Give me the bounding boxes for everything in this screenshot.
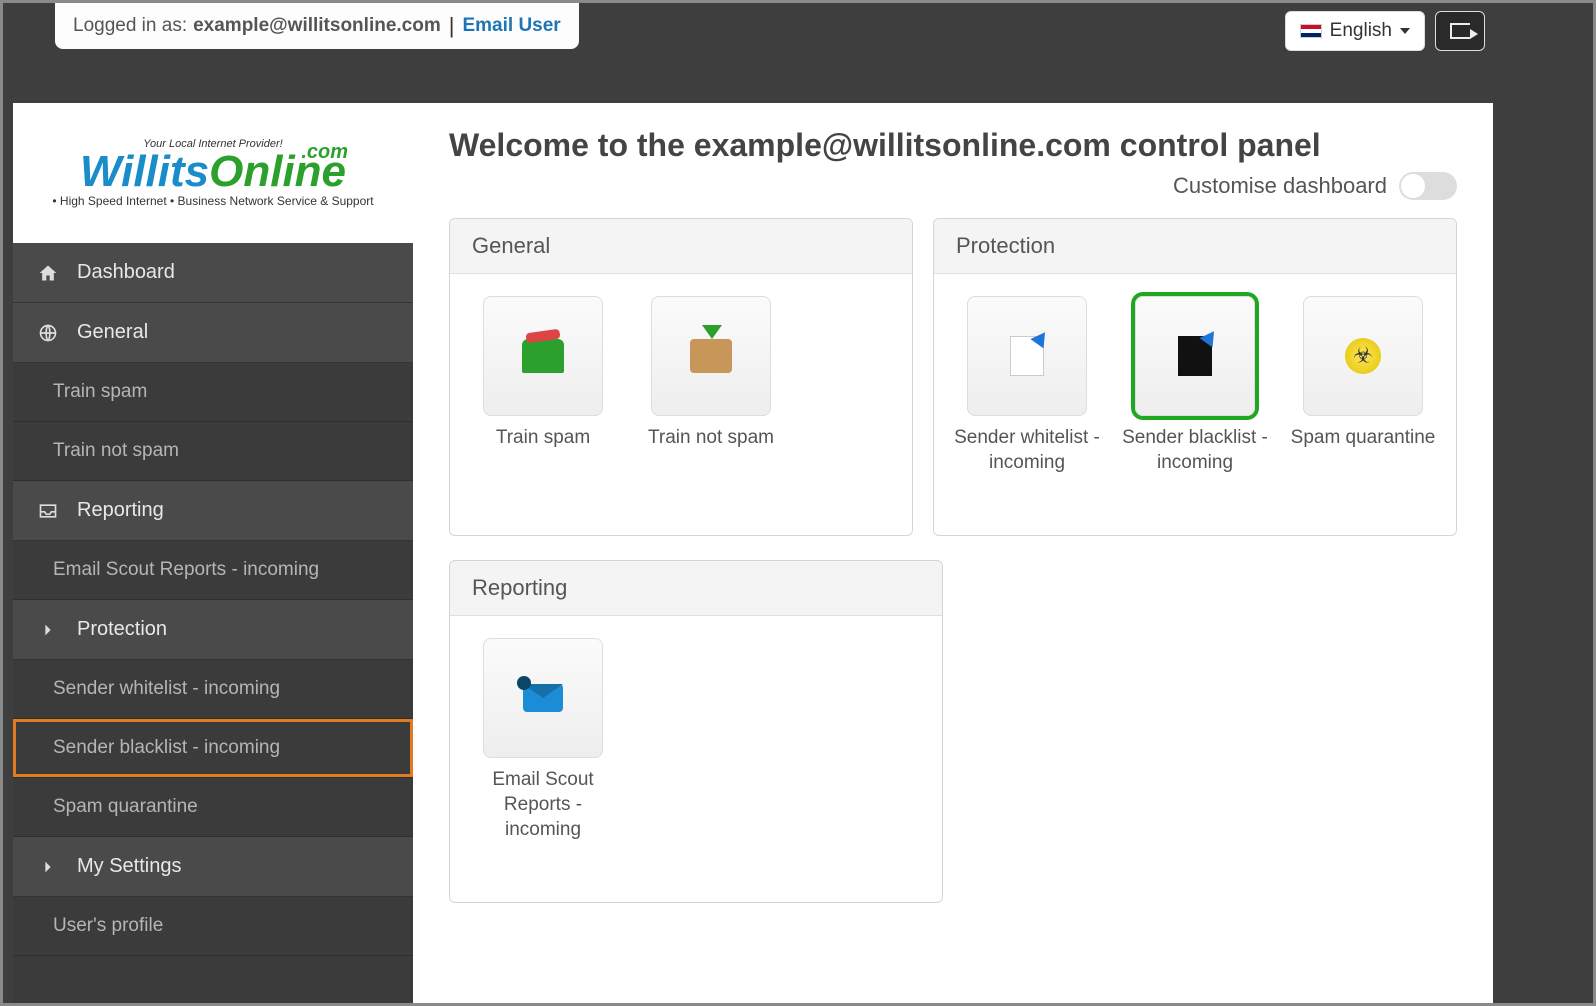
tile-label: Spam quarantine <box>1291 426 1436 451</box>
sidebar-item-label: Protection <box>77 618 167 641</box>
panel-header: Reporting <box>450 561 942 616</box>
tile-email-scout: Email Scout Reports - incoming <box>468 638 618 842</box>
sidebar-item-general[interactable]: General <box>13 303 413 363</box>
document-white-icon <box>1010 336 1044 376</box>
login-panel: Logged in as: example@willitsonline.com … <box>55 3 579 49</box>
sidebar-item-label: My Settings <box>77 855 181 878</box>
tile-label: Train not spam <box>648 426 774 451</box>
customise-label: Customise dashboard <box>1173 173 1387 199</box>
tile-label: Sender whitelist - incoming <box>952 426 1102 475</box>
tile-label: Train spam <box>496 426 590 451</box>
box-download-icon <box>690 339 732 373</box>
tile-button-train-spam[interactable] <box>483 296 603 416</box>
email-user-link[interactable]: Email User <box>462 15 560 37</box>
tile-button-email-scout[interactable] <box>483 638 603 758</box>
login-email: example@willitsonline.com <box>193 15 441 37</box>
sidebar-item-protection[interactable]: Protection <box>13 600 413 660</box>
tile-label: Email Scout Reports - incoming <box>468 768 618 842</box>
customise-toggle[interactable] <box>1399 172 1457 200</box>
logout-button[interactable] <box>1435 11 1485 51</box>
sidebar-item-reporting[interactable]: Reporting <box>13 481 413 541</box>
logout-icon <box>1450 23 1470 39</box>
caret-down-icon <box>1400 28 1410 34</box>
language-label: English <box>1330 20 1392 42</box>
chevron-right-icon <box>37 856 59 878</box>
login-prefix: Logged in as: <box>73 15 187 37</box>
sidebar-sub-users-profile[interactable]: User's profile <box>13 897 413 956</box>
panel-protection: Protection Sender whitelist - incoming S… <box>933 218 1457 536</box>
tile-button-spam-quarantine[interactable] <box>1303 296 1423 416</box>
sidebar-sub-sender-blacklist[interactable]: Sender blacklist - incoming <box>13 719 413 778</box>
sidebar-sub-sender-whitelist[interactable]: Sender whitelist - incoming <box>13 660 413 719</box>
panel-header: Protection <box>934 219 1456 274</box>
sidebar-item-label: Reporting <box>77 499 164 522</box>
globe-icon <box>37 322 59 344</box>
sidebar-sub-train-not-spam[interactable]: Train not spam <box>13 422 413 481</box>
tile-sender-whitelist: Sender whitelist - incoming <box>952 296 1102 475</box>
panel-header: General <box>450 219 912 274</box>
flag-uk-icon <box>1300 24 1322 38</box>
mail-report-icon <box>523 684 563 712</box>
sidebar-sub-spam-quarantine[interactable]: Spam quarantine <box>13 778 413 837</box>
topbar: Logged in as: example@willitsonline.com … <box>13 3 1493 73</box>
document-black-icon <box>1178 336 1212 376</box>
inbox-icon <box>37 500 59 522</box>
sidebar-item-dashboard[interactable]: Dashboard <box>13 243 413 303</box>
tile-train-spam: Train spam <box>468 296 618 451</box>
page-title: Welcome to the example@willitsonline.com… <box>449 127 1457 164</box>
logo-main: WillitsOnline .com <box>80 150 346 194</box>
sidebar-item-label: Dashboard <box>77 261 175 284</box>
tile-button-sender-whitelist[interactable] <box>967 296 1087 416</box>
tile-sender-blacklist: Sender blacklist - incoming <box>1120 296 1270 475</box>
biohazard-icon <box>1345 338 1381 374</box>
separator: | <box>449 13 455 39</box>
tile-train-not-spam: Train not spam <box>636 296 786 451</box>
sidebar-item-my-settings[interactable]: My Settings <box>13 837 413 897</box>
chevron-right-icon <box>37 619 59 641</box>
sidebar-item-label: General <box>77 321 148 344</box>
tile-button-train-not-spam[interactable] <box>651 296 771 416</box>
tile-label: Sender blacklist - incoming <box>1120 426 1270 475</box>
logo-sub: • High Speed Internet • Business Network… <box>52 194 373 208</box>
sidebar-sub-train-spam[interactable]: Train spam <box>13 363 413 422</box>
panel-reporting: Reporting Email Scout Reports - incoming <box>449 560 943 903</box>
tile-spam-quarantine: Spam quarantine <box>1288 296 1438 475</box>
customise-row: Customise dashboard <box>449 172 1457 200</box>
sidebar-sub-email-scout[interactable]: Email Scout Reports - incoming <box>13 541 413 600</box>
language-selector[interactable]: English <box>1285 11 1425 51</box>
panel-general: General Train spam Train not spam <box>449 218 913 536</box>
home-icon <box>37 262 59 284</box>
sidebar: Your Local Internet Provider! WillitsOnl… <box>13 103 413 1003</box>
main-content: Welcome to the example@willitsonline.com… <box>413 103 1493 1003</box>
logo: Your Local Internet Provider! WillitsOnl… <box>13 103 413 243</box>
tile-button-sender-blacklist[interactable] <box>1135 296 1255 416</box>
recycle-bin-icon <box>522 339 564 373</box>
